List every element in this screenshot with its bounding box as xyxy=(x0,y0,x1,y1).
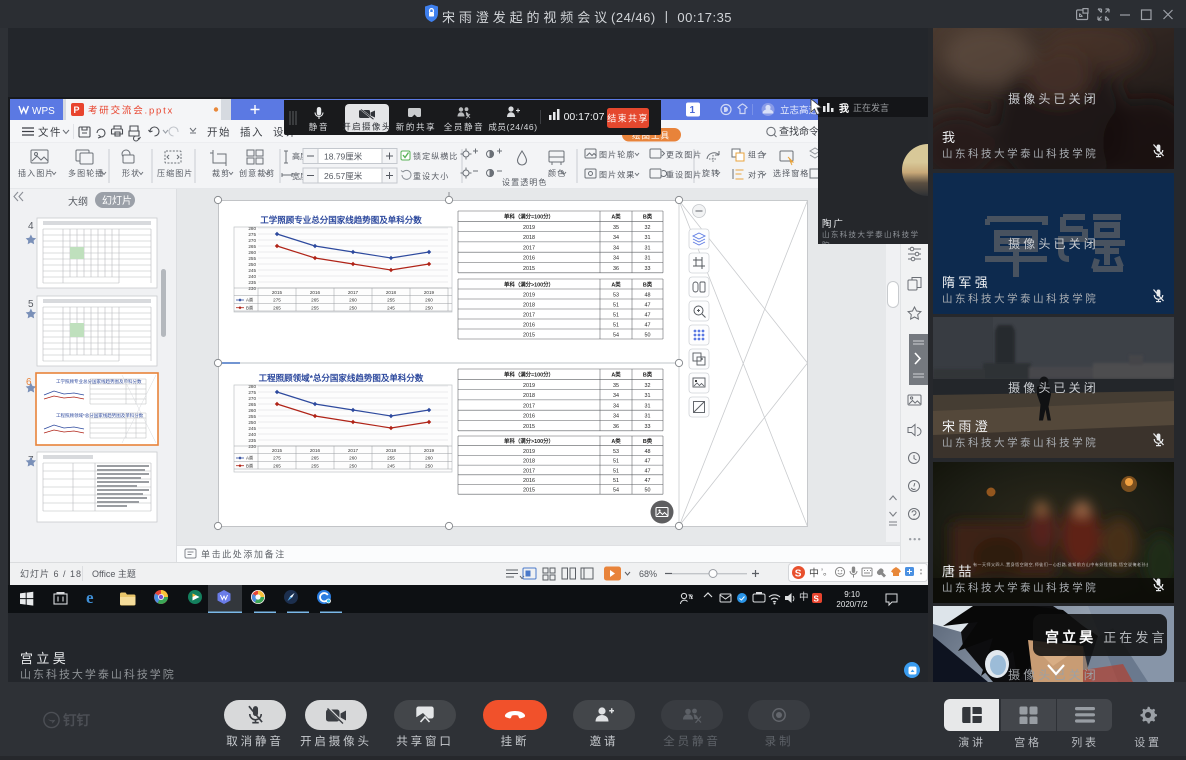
svg-text:单击此处添加备注: 单击此处添加备注 xyxy=(201,549,286,560)
svg-text:更改图片: 更改图片 xyxy=(666,150,702,160)
svg-text:幻灯片 6 / 18: 幻灯片 6 / 18 xyxy=(20,568,82,579)
svg-text:5: 5 xyxy=(28,299,34,310)
svg-text:2020/7/2: 2020/7/2 xyxy=(836,600,868,609)
svg-text:查找命令: 查找命令 xyxy=(779,125,819,138)
svg-text:钉钉: 钉钉 xyxy=(63,712,90,728)
svg-text:S: S xyxy=(795,569,802,580)
svg-text:颜色: 颜色 xyxy=(548,168,566,178)
svg-text:S: S xyxy=(814,595,820,604)
svg-text:开启摄像头: 开启摄像头 xyxy=(342,122,392,132)
svg-text:幻灯片: 幻灯片 xyxy=(102,194,132,207)
svg-text:锁定纵横比: 锁定纵横比 xyxy=(413,151,459,161)
svg-text:插入: 插入 xyxy=(240,126,264,139)
svg-text:成员(24/46): 成员(24/46) xyxy=(488,122,537,132)
svg-text:P: P xyxy=(74,105,80,115)
svg-text:68%: 68% xyxy=(639,569,657,579)
svg-text:结束共享: 结束共享 xyxy=(607,113,649,124)
svg-text:重设大小: 重设大小 xyxy=(413,171,449,181)
svg-text:26.57厘米: 26.57厘米 xyxy=(324,171,363,181)
svg-text:插入图片: 插入图片 xyxy=(18,168,54,178)
svg-text:创意裁剪: 创意裁剪 xyxy=(239,168,275,178)
svg-text:全员静音: 全员静音 xyxy=(444,122,484,132)
svg-text:考研交流会.pptx: 考研交流会.pptx xyxy=(88,105,174,117)
svg-text:Office 主题: Office 主题 xyxy=(92,568,136,579)
svg-text:裁剪: 裁剪 xyxy=(212,168,230,178)
svg-text:e: e xyxy=(86,588,94,607)
svg-text:中: 中 xyxy=(809,567,819,580)
svg-text:’。: ’。 xyxy=(821,567,832,577)
svg-text:图片轮廓: 图片轮廓 xyxy=(599,150,635,160)
svg-text:文件: 文件 xyxy=(38,126,62,139)
svg-text:9:10: 9:10 xyxy=(844,590,860,599)
svg-text:18.79厘米: 18.79厘米 xyxy=(324,152,363,162)
svg-text:重设图片: 重设图片 xyxy=(666,170,702,180)
svg-text:中: 中 xyxy=(799,591,809,603)
svg-text:1: 1 xyxy=(690,105,696,116)
svg-text:新的共享: 新的共享 xyxy=(396,122,436,132)
svg-text:静音: 静音 xyxy=(309,122,330,132)
svg-text:压缩图片: 压缩图片 xyxy=(157,168,193,178)
svg-text:多图轮播: 多图轮播 xyxy=(68,168,104,178)
svg-text:00:17:07: 00:17:07 xyxy=(564,111,605,123)
svg-text:选择窗格: 选择窗格 xyxy=(773,168,809,178)
svg-text:图片效果: 图片效果 xyxy=(599,170,635,180)
svg-text:R: R xyxy=(689,595,694,601)
svg-text:形状: 形状 xyxy=(122,168,140,178)
svg-text:大纲: 大纲 xyxy=(68,195,88,208)
svg-text:旋转: 旋转 xyxy=(702,168,720,178)
svg-text:WPS: WPS xyxy=(32,106,55,117)
svg-text:4: 4 xyxy=(28,221,34,232)
svg-text:开始: 开始 xyxy=(207,126,231,139)
